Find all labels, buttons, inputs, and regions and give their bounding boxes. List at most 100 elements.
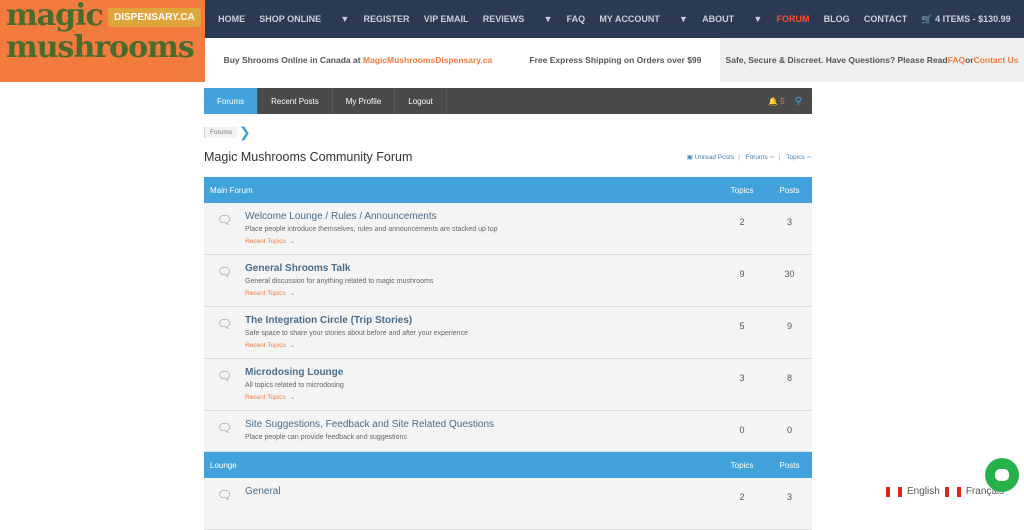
nav-contact[interactable]: CONTACT	[864, 14, 907, 24]
bell-icon: 🔔	[768, 96, 778, 106]
site-logo[interactable]: magic mushrooms DISPENSARY.CA	[0, 0, 205, 82]
caret-down-icon[interactable]: ▼	[543, 14, 552, 24]
forum-description: Place people introduce themselves, rules…	[245, 226, 498, 233]
caret-down-icon[interactable]: ▼	[340, 14, 349, 24]
recent-topics-toggle[interactable]: Recent Topics ⌄	[245, 237, 717, 245]
canada-flag-icon	[944, 486, 961, 497]
forum-title-link[interactable]: Site Suggestions, Feedback and Site Rela…	[245, 419, 717, 430]
breadcrumb: Forums ❯	[204, 124, 812, 140]
chevron-down-icon: ⌄	[289, 238, 296, 245]
topics-count: 2	[739, 492, 745, 502]
contact-link[interactable]: Contact Us	[974, 55, 1019, 65]
nav-home[interactable]: HOME	[218, 14, 245, 24]
posts-count: 3	[786, 217, 792, 227]
language-switcher: English Français	[886, 486, 1004, 497]
logo-line2: mushrooms	[6, 30, 195, 65]
rss-icon: ∼	[769, 154, 775, 161]
recent-topics-toggle[interactable]: Recent Topics ⌄	[245, 341, 717, 349]
forum-row: 🗨 General 2 3	[204, 478, 812, 530]
cart-icon: 🛒	[921, 13, 933, 24]
topics-header: Topics	[730, 460, 754, 470]
rss-icon: ∼	[806, 154, 812, 161]
main-nav: HOME SHOP ONLINE ▼ REGISTER VIP EMAIL REVIEWS…	[205, 0, 1024, 42]
posts-count: 30	[784, 269, 795, 279]
tab-recent-posts[interactable]: Recent Posts	[258, 88, 333, 114]
faq-link[interactable]: FAQ	[948, 55, 965, 65]
forum-links: ▣ Unread Posts | Forums ∼ | Topics ∼	[686, 154, 812, 161]
forum-title-link[interactable]: General	[245, 486, 717, 497]
notification-count: 5	[780, 96, 785, 106]
shipping-text: Free Express Shipping on Orders over $99	[529, 55, 702, 65]
posts-count: 9	[786, 321, 792, 331]
nav-forum[interactable]: FORUM	[762, 14, 824, 42]
topics-count: 3	[739, 373, 745, 383]
posts-count: 8	[786, 373, 792, 383]
comments-icon: 🗨	[216, 265, 233, 279]
section-header: Lounge Topics Posts	[204, 452, 812, 478]
forum-description: Safe space to share your stories about b…	[245, 330, 468, 337]
nav-shop-online[interactable]: SHOP ONLINE	[259, 14, 321, 24]
breadcrumb-forums[interactable]: Forums	[204, 126, 238, 138]
nav-faq[interactable]: FAQ	[567, 14, 586, 24]
forum-description: All topics related to microdosing	[245, 382, 344, 389]
forum-container: Forums Recent Posts My Profile Logout 🔔 …	[204, 88, 812, 530]
recent-topics-toggle[interactable]: Recent Topics ⌄	[245, 289, 717, 297]
cart-summary[interactable]: 🛒 4 ITEMS - $130.99	[921, 14, 1010, 25]
chevron-right-icon: ❯	[239, 123, 251, 140]
page-title: Magic Mushrooms Community Forum	[204, 150, 413, 164]
info-bar: Buy Shrooms Online in Canada at MagicMus…	[205, 38, 1024, 82]
comments-icon: 🗨	[216, 317, 233, 331]
section-title: Lounge	[210, 460, 237, 470]
tab-my-profile[interactable]: My Profile	[333, 88, 396, 114]
chevron-down-icon: ⌄	[289, 290, 296, 297]
nav-reviews[interactable]: REVIEWS	[483, 14, 525, 24]
forum-toolbar: Forums Recent Posts My Profile Logout 🔔 …	[204, 88, 812, 114]
lang-english[interactable]: English	[907, 486, 940, 497]
forum-row: 🗨 The Integration Circle (Trip Stories) Sa…	[204, 307, 812, 359]
forums-rss-link[interactable]: Forums ∼	[746, 154, 775, 161]
nav-blog[interactable]: BLOG	[824, 14, 850, 24]
comments-icon: 🗨	[216, 369, 233, 383]
notifications-button[interactable]: 🔔 5	[768, 97, 785, 106]
caret-down-icon[interactable]: ▼	[679, 14, 688, 24]
nav-vip-email[interactable]: VIP EMAIL	[424, 14, 469, 24]
canada-flag-icon	[886, 486, 902, 497]
section-title: Main Forum	[210, 185, 253, 195]
topics-count: 2	[739, 217, 745, 227]
forum-title-link[interactable]: The Integration Circle (Trip Stories)	[245, 315, 717, 326]
forum-title-link[interactable]: Microdosing Lounge	[245, 367, 717, 378]
forum-description: Place people can provide feedback and su…	[245, 434, 407, 441]
comments-icon: 🗨	[216, 213, 233, 227]
tab-forums[interactable]: Forums	[204, 88, 259, 114]
site-link[interactable]: MagicMushroomsDispensary.ca	[363, 55, 492, 65]
nav-my-account[interactable]: MY ACCOUNT	[599, 14, 660, 24]
posts-count: 3	[786, 492, 792, 502]
nav-register[interactable]: REGISTER	[363, 14, 409, 24]
logo-line1: magic	[6, 0, 104, 33]
forum-row: 🗨 General Shrooms Talk General discussion …	[204, 255, 812, 307]
unread-posts-link[interactable]: ▣ Unread Posts	[687, 154, 734, 161]
forum-row: 🗨 Site Suggestions, Feedback and Site Rel…	[204, 411, 812, 452]
cart-text: 4 ITEMS - $130.99	[935, 13, 1011, 24]
topics-rss-link[interactable]: Topics ∼	[786, 154, 812, 161]
posts-count: 0	[786, 425, 792, 435]
forum-description: General discussion for anything related …	[245, 278, 434, 285]
chat-button[interactable]	[985, 458, 1019, 492]
comments-icon: 🗨	[216, 421, 233, 435]
recent-topics-toggle[interactable]: Recent Topics ⌄	[245, 393, 717, 401]
caret-down-icon[interactable]: ▼	[753, 14, 762, 24]
nav-about[interactable]: ABOUT	[702, 14, 734, 24]
logo-badge: DISPENSARY.CA	[108, 8, 201, 27]
forum-title-link[interactable]: General Shrooms Talk	[245, 263, 717, 274]
chevron-down-icon: ⌄	[289, 394, 296, 401]
tab-logout[interactable]: Logout	[395, 88, 447, 114]
topics-count: 5	[739, 321, 745, 331]
topics-header: Topics	[730, 185, 754, 195]
forum-title-link[interactable]: Welcome Lounge / Rules / Announcements	[245, 211, 717, 222]
topics-count: 9	[739, 269, 745, 279]
search-icon[interactable]: ⚲	[795, 96, 802, 107]
chat-bubble-icon	[995, 469, 1009, 481]
section-header: Main Forum Topics Posts	[204, 177, 812, 203]
forum-row: 🗨 Microdosing Lounge All topics related to…	[204, 359, 812, 411]
chevron-down-icon: ⌄	[289, 342, 296, 349]
